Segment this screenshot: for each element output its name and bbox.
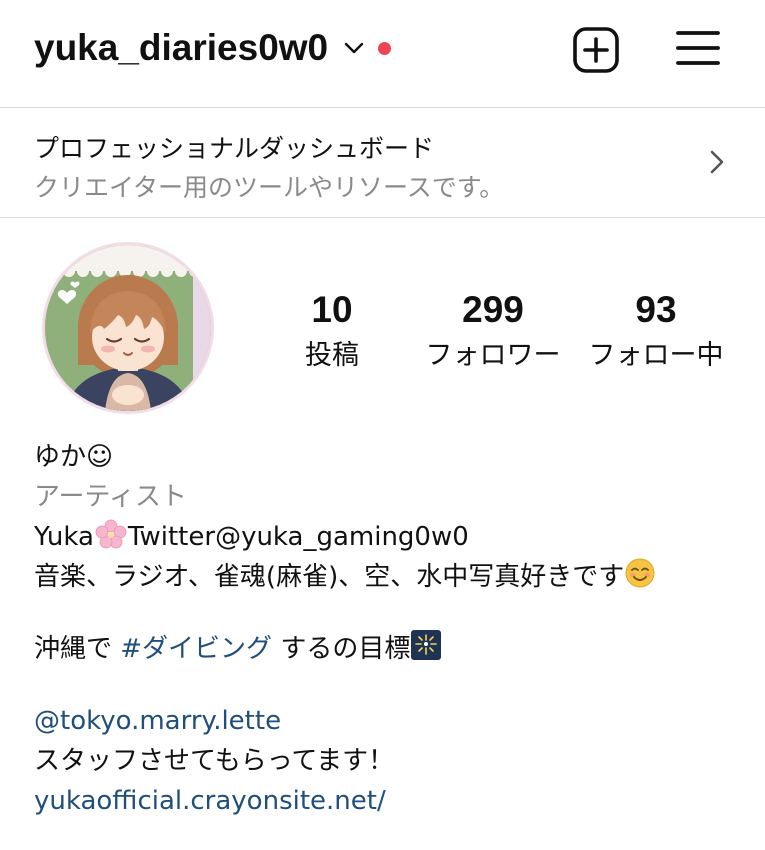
bio-line: 沖縄で #ダイビング するの目標 [34, 629, 734, 669]
account-category: アーティスト [34, 482, 187, 512]
posts-stat[interactable]: 10 投稿 [286, 288, 378, 376]
bio-line: スタッフさせてもらってます！ [34, 746, 395, 776]
fireworks-emoji-icon [410, 629, 442, 673]
dashboard-subtitle: クリエイター用のツールやリソースです。 [34, 173, 505, 202]
avatar[interactable] [42, 242, 214, 414]
profile-header: yuka_diaries0w0 [0, 0, 765, 106]
bio-text: Twitter@yuka_gaming0w0 [127, 522, 469, 552]
profile-bio: ゆか☺ アーティスト Yuka Twitter@yuka_gaming0w0 音楽… [34, 437, 734, 821]
followers-stat[interactable]: 299 フォロワー [418, 288, 568, 376]
plus-square-icon [573, 27, 619, 73]
menu-button[interactable] [675, 26, 721, 70]
professional-dashboard-link[interactable]: プロフェッショナルダッシュボード クリエイター用のツールやリソースです。 [0, 108, 765, 217]
followers-label: フォロワー [425, 340, 561, 371]
dashboard-title: プロフェッショナルダッシュボード [34, 134, 435, 163]
bio-text: するの目標 [272, 634, 411, 664]
display-name: ゆか☺ [34, 442, 114, 472]
followers-count: 299 [462, 289, 524, 330]
bio-text: Yuka [34, 522, 94, 552]
smiling-face-emoji-icon [624, 557, 656, 601]
create-post-button[interactable] [572, 26, 620, 74]
chevron-right-icon [710, 150, 724, 174]
following-label: フォロー中 [588, 340, 724, 371]
bio-line: Yuka Twitter@yuka_gaming0w0 [34, 517, 734, 557]
hashtag-link[interactable]: #ダイビング [120, 634, 272, 664]
bio-spacer [34, 597, 734, 629]
bio-text: 音楽、ラジオ、雀魂(麻雀)、空、水中写真好きです [34, 562, 625, 592]
posts-count: 10 [311, 289, 353, 330]
posts-label: 投稿 [305, 340, 359, 371]
website-link[interactable]: yukaofficial.crayonsite.net/ [34, 781, 734, 821]
following-count: 93 [635, 289, 677, 330]
chevron-down-icon [344, 41, 364, 55]
mention-link[interactable]: @tokyo.marry.lette [34, 701, 734, 741]
hamburger-menu-icon [676, 31, 720, 65]
bio-spacer [34, 669, 734, 701]
following-stat[interactable]: 93 フォロー中 [582, 288, 730, 376]
cherry-blossom-emoji-icon [94, 519, 128, 561]
notification-dot [378, 41, 392, 55]
account-switcher[interactable]: yuka_diaries0w0 [34, 22, 392, 74]
bio-text: 沖縄で [34, 634, 121, 664]
bio-line: 音楽、ラジオ、雀魂(麻雀)、空、水中写真好きです [34, 557, 734, 597]
divider [0, 217, 765, 218]
username: yuka_diaries0w0 [34, 27, 329, 68]
